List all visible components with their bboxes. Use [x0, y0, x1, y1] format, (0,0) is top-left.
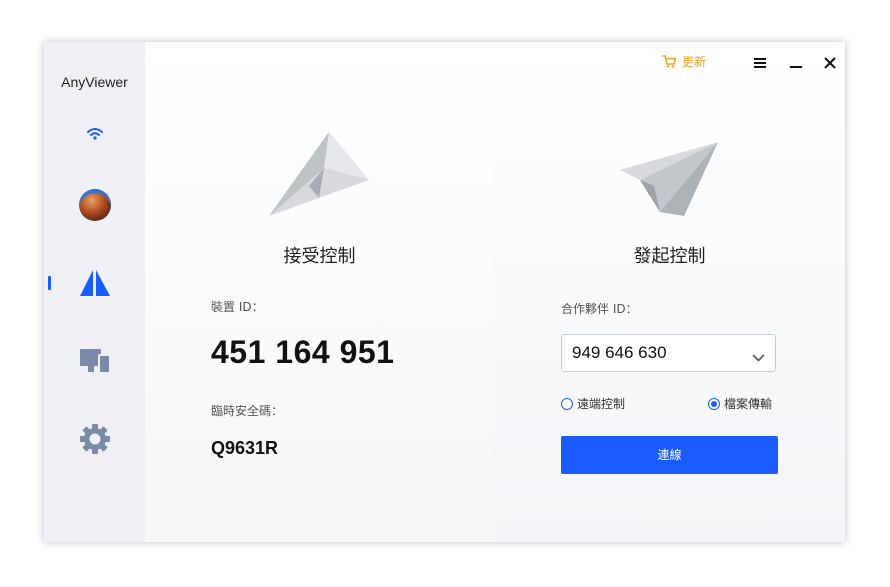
devices-icon [80, 349, 111, 374]
receive-control-title: 接受控制 [283, 246, 356, 267]
file-transfer-option[interactable]: 檔案傳輸 [708, 395, 772, 412]
connect-button[interactable]: 連線 [561, 436, 778, 474]
wifi-icon [86, 126, 104, 145]
file-transfer-option-label: 檔案傳輸 [724, 397, 773, 411]
app-window: AnyViewer 接受控制 裝置 ID： 451 164 951 臨時安全碼：… [44, 42, 845, 542]
app-title: AnyViewer [61, 74, 128, 90]
sidebar: AnyViewer [44, 42, 145, 542]
upgrade-button[interactable]: 更新 [662, 53, 706, 70]
minimize-icon [790, 66, 802, 68]
close-icon [824, 57, 836, 69]
menu-button[interactable] [754, 54, 766, 73]
gear-icon [80, 424, 110, 454]
remote-control-option[interactable]: 遠端控制 [561, 395, 625, 412]
close-button[interactable] [824, 54, 836, 73]
partner-id-input[interactable]: 949 646 630 [561, 334, 776, 372]
cart-icon [662, 55, 676, 68]
partner-id-value: 949 646 630 [572, 343, 667, 362]
file-transfer-radio[interactable] [708, 397, 720, 410]
nav-settings[interactable] [79, 423, 111, 459]
paper-plane-illustration [620, 142, 720, 220]
receive-control-panel: 接受控制 裝置 ID： 451 164 951 臨時安全碼： Q9631R [145, 42, 494, 542]
remote-control-option-label: 遠端控制 [577, 397, 626, 411]
title-bar-controls: 更新 [605, 52, 845, 72]
menu-icon [754, 58, 766, 68]
partner-id-label: 合作夥伴 ID： [561, 302, 638, 316]
remote-control-icon [80, 270, 110, 296]
initiate-control-panel: 更新 發起控制 合作夥伴 ID： 949 646 630 遠端控制 檔案傳輸 連… [494, 42, 845, 542]
device-id-label: 裝置 ID： [211, 300, 264, 314]
device-id-value: 451 164 951 [211, 334, 395, 370]
temp-code-value: Q9631R [211, 438, 279, 458]
chevron-down-icon[interactable] [752, 347, 765, 366]
remote-control-radio[interactable] [561, 397, 573, 410]
nav-active-indicator [48, 276, 51, 290]
initiate-control-title: 發起控制 [633, 246, 706, 267]
upgrade-label: 更新 [682, 55, 707, 69]
avatar[interactable] [79, 189, 111, 221]
minimize-button[interactable] [790, 54, 802, 73]
nav-remote-control[interactable] [79, 268, 111, 302]
nav-devices[interactable] [79, 348, 111, 378]
temp-code-label: 臨時安全碼： [211, 404, 284, 418]
paper-plane-illustration [269, 132, 369, 222]
